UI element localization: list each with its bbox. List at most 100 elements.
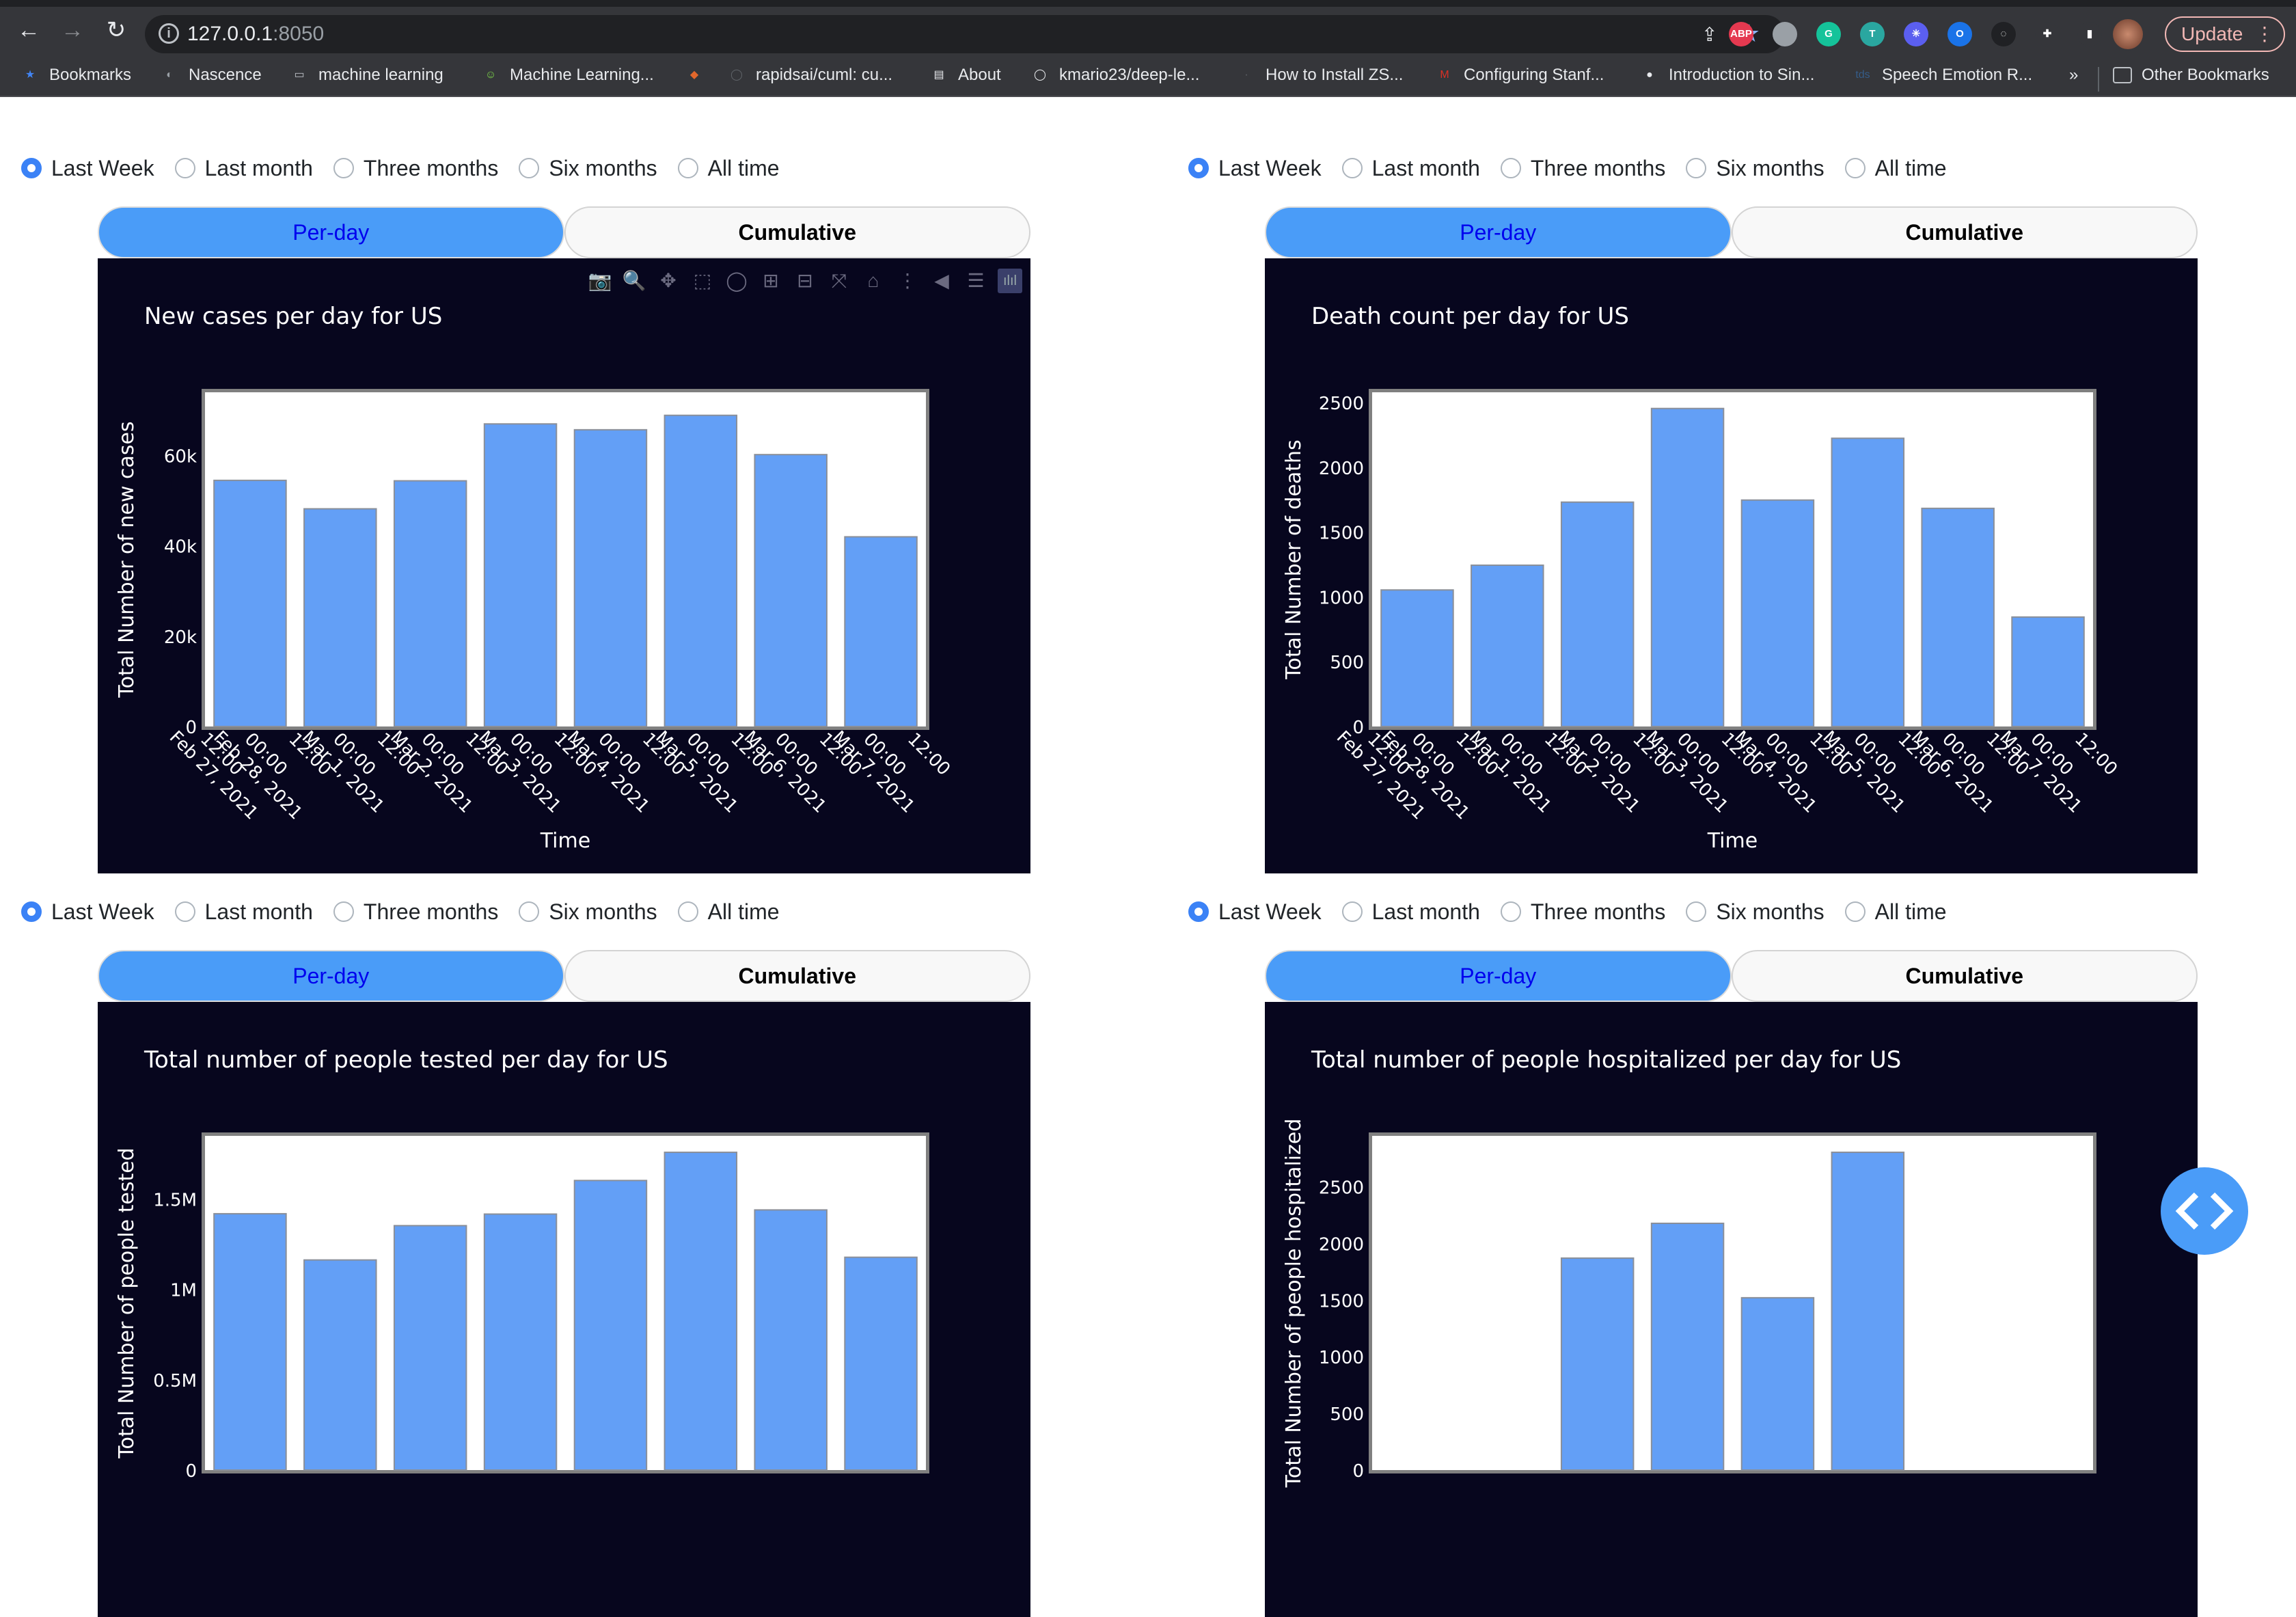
radio-last-month[interactable]: Last month: [174, 899, 313, 925]
bookmark-item[interactable]: ☺ Machine Learning...: [481, 63, 654, 87]
radio-last-month[interactable]: Last month: [1341, 899, 1480, 925]
radio-six-months[interactable]: Six months: [519, 899, 657, 925]
url-text[interactable]: 127.0.0.1:8050: [187, 22, 324, 46]
bookmark-item[interactable]: ◐ Nascence: [160, 63, 262, 87]
bar-mar-7-2021: [2011, 616, 2085, 727]
radio-circle[interactable]: [1686, 901, 1707, 922]
radio-all-time[interactable]: All time: [1844, 899, 1947, 925]
radio-six-months[interactable]: Six months: [519, 156, 657, 181]
grammarly-icon[interactable]: G: [1816, 22, 1841, 46]
radio-circle[interactable]: [677, 158, 698, 178]
zoom-out-icon[interactable]: ⊟: [793, 269, 817, 293]
zoom-icon[interactable]: 🔍: [622, 269, 646, 293]
bookmark-item[interactable]: ◯ kmario23/deep-le...: [1030, 63, 1199, 87]
forward-button[interactable]: →: [56, 14, 89, 46]
bookmark-item[interactable]: ▭ machine learning: [290, 63, 443, 87]
radio-circle[interactable]: [1844, 158, 1866, 178]
radio-circle[interactable]: [1500, 158, 1521, 178]
share-icon[interactable]: ⇪: [1702, 23, 1722, 45]
radio-circle[interactable]: [1686, 158, 1707, 178]
bookmark-item[interactable]: tds Speech Emotion R...: [1853, 63, 2032, 87]
radio-all-time[interactable]: All time: [1844, 156, 1947, 181]
bookmark-item[interactable]: ★ Bookmarks: [20, 63, 131, 87]
bookmark-item[interactable]: M Configuring Stanf...: [1435, 63, 1604, 87]
address-bar[interactable]: i 127.0.0.1:8050 ⇪ ★: [145, 15, 1785, 53]
circle-ext-icon[interactable]: ◌: [1991, 22, 2016, 46]
radio-last-month[interactable]: Last month: [1341, 156, 1480, 181]
radio-all-time[interactable]: All time: [677, 899, 780, 925]
radio-three-months[interactable]: Three months: [1500, 899, 1665, 925]
per-day-button[interactable]: Per-day: [98, 206, 564, 258]
cumulative-button[interactable]: Cumulative: [564, 206, 1030, 258]
bookmark-item[interactable]: ◯ rapidsai/cuml: cu...: [727, 63, 892, 87]
adblock-plus-icon[interactable]: ABP: [1729, 22, 1753, 46]
radio-circle[interactable]: [1500, 901, 1521, 922]
radio-circle[interactable]: [1341, 158, 1363, 178]
radio-last-month[interactable]: Last month: [174, 156, 313, 181]
radio-all-time[interactable]: All time: [677, 156, 780, 181]
dash-devtools-button[interactable]: [2161, 1167, 2248, 1255]
radio-label: Six months: [1716, 899, 1824, 924]
radio-last-week[interactable]: Last Week: [21, 899, 154, 925]
radio-three-months[interactable]: Three months: [333, 156, 498, 181]
cumulative-button[interactable]: Cumulative: [1731, 206, 2198, 258]
zoom-in-icon[interactable]: ⊞: [758, 269, 783, 293]
cumulative-button[interactable]: Cumulative: [1731, 950, 2198, 1002]
radio-circle[interactable]: [21, 901, 42, 922]
radio-last-week[interactable]: Last Week: [1188, 899, 1322, 925]
radio-circle[interactable]: [1844, 901, 1866, 922]
radio-three-months[interactable]: Three months: [1500, 156, 1665, 181]
hover-compare-icon[interactable]: ☰: [964, 269, 988, 293]
cumulative-button[interactable]: Cumulative: [564, 950, 1030, 1002]
puzzle-extensions-icon[interactable]: ✚: [2035, 22, 2060, 46]
autoscale-icon[interactable]: ⤧: [827, 269, 851, 293]
hover-closest-icon[interactable]: ◀: [929, 269, 954, 293]
pan-icon[interactable]: ✥: [656, 269, 681, 293]
radio-circle[interactable]: [519, 158, 540, 178]
plotly-logo-icon[interactable]: ılıl: [998, 269, 1022, 293]
radio-label: Last Week: [1218, 155, 1322, 180]
bookmark-item[interactable]: ● Introduction to Sin...: [1640, 63, 1814, 87]
update-button[interactable]: Update ⋮: [2165, 16, 2285, 52]
onepassword-icon[interactable]: O: [1948, 22, 1972, 46]
back-button[interactable]: ←: [12, 14, 45, 46]
reload-button[interactable]: ↻: [100, 14, 133, 46]
lasso-icon[interactable]: ◯: [724, 269, 749, 293]
radio-six-months[interactable]: Six months: [1686, 156, 1824, 181]
radio-last-week[interactable]: Last Week: [21, 156, 154, 181]
text-ext-icon[interactable]: T: [1860, 22, 1885, 46]
radio-circle[interactable]: [174, 158, 195, 178]
reset-axes-icon[interactable]: ⌂: [861, 269, 886, 293]
radio-circle[interactable]: [1341, 901, 1363, 922]
other-bookmarks[interactable]: Other Bookmarks: [2113, 63, 2269, 87]
radio-circle[interactable]: [677, 901, 698, 922]
per-day-button[interactable]: Per-day: [98, 950, 564, 1002]
more-bookmarks-button[interactable]: »: [2069, 63, 2078, 87]
kebab-menu-icon[interactable]: ⋮: [2255, 18, 2274, 51]
bookmark-item[interactable]: ◆: [685, 63, 713, 87]
box-select-icon[interactable]: ⬚: [690, 269, 715, 293]
profile-avatar[interactable]: [2113, 19, 2143, 49]
spike-lines-icon[interactable]: ⋮: [895, 269, 920, 293]
sidepanel-icon[interactable]: ▮: [2077, 22, 2102, 46]
per-day-button[interactable]: Per-day: [1265, 950, 1732, 1002]
camera-icon[interactable]: 📷: [588, 269, 612, 293]
radio-circle[interactable]: [333, 901, 354, 922]
radio-circle[interactable]: [519, 901, 540, 922]
site-info-icon[interactable]: i: [159, 23, 179, 44]
per-day-button[interactable]: Per-day: [1265, 206, 1732, 258]
radio-circle[interactable]: [1188, 901, 1209, 922]
radio-last-week[interactable]: Last Week: [1188, 156, 1322, 181]
bookmark-item[interactable]: ▤ About: [929, 63, 1000, 87]
radio-circle[interactable]: [21, 158, 42, 178]
bookmark-item[interactable]: · How to Install ZS...: [1237, 63, 1403, 87]
radio-label: Last Week: [1218, 899, 1322, 924]
radio-circle[interactable]: [333, 158, 354, 178]
radio-three-months[interactable]: Three months: [333, 899, 498, 925]
radio-six-months[interactable]: Six months: [1686, 899, 1824, 925]
radio-circle[interactable]: [1188, 158, 1209, 178]
radio-label: All time: [1874, 899, 1947, 924]
speech-bubble-icon[interactable]: [1773, 22, 1797, 46]
radio-circle[interactable]: [174, 901, 195, 922]
snowflake-ext-icon[interactable]: ✳: [1904, 22, 1928, 46]
